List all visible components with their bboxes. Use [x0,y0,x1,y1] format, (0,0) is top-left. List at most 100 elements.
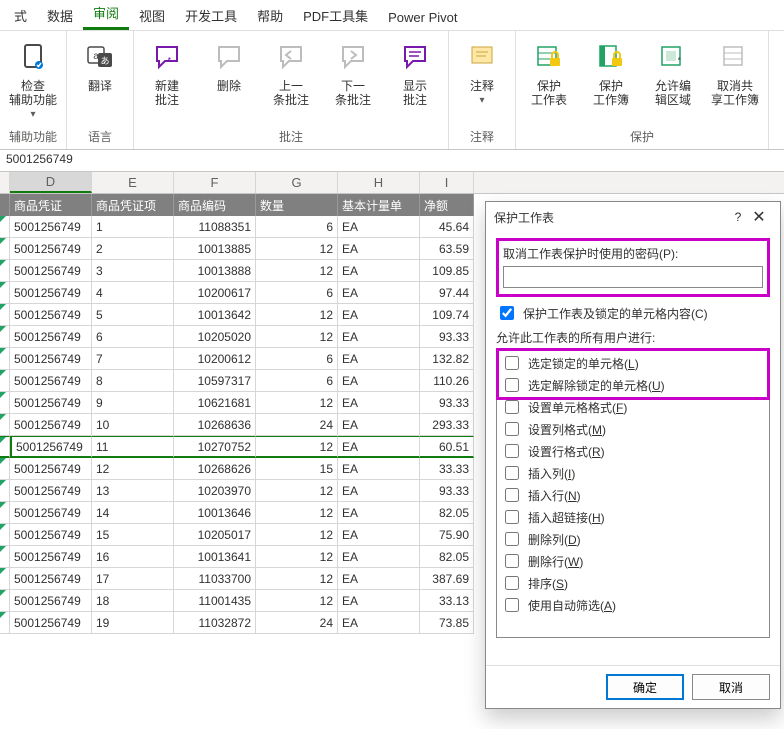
tab-PDF工具集[interactable]: PDF工具集 [293,2,378,30]
cell[interactable]: 6 [256,370,338,392]
prev-comment-button[interactable]: 上一条批注 [264,35,318,107]
show-comments-button[interactable]: 显示批注 [388,35,442,107]
allow-option-checkbox[interactable] [505,444,519,458]
cell[interactable]: 19 [92,612,174,634]
cell[interactable] [0,304,10,326]
column-header-E[interactable]: E [92,172,174,193]
allow-option-d[interactable]: 删除列(D) [501,529,765,549]
protect-contents-checkbox-input[interactable] [500,306,514,320]
cell[interactable]: 12 [256,480,338,502]
cell[interactable]: 4 [92,282,174,304]
cell[interactable]: 6 [256,282,338,304]
cell[interactable]: 15 [256,458,338,480]
cell[interactable]: 11033700 [174,568,256,590]
tab-数据[interactable]: 数据 [37,2,83,30]
cell[interactable]: 5001256749 [10,436,92,458]
cell[interactable] [0,590,10,612]
cell[interactable]: 16 [92,546,174,568]
column-header-I[interactable]: I [420,172,474,193]
allow-option-s[interactable]: 排序(S) [501,573,765,593]
cell[interactable]: 387.69 [420,568,474,590]
cell[interactable]: 10268636 [174,414,256,436]
cell[interactable]: 2 [92,238,174,260]
cell[interactable]: 109.74 [420,304,474,326]
cell[interactable]: 5001256749 [10,216,92,238]
cell[interactable]: 5001256749 [10,502,92,524]
cell[interactable]: 1 [92,216,174,238]
cell[interactable]: 33.13 [420,590,474,612]
allow-option-checkbox[interactable] [505,466,519,480]
cell[interactable]: 5001256749 [10,348,92,370]
cell[interactable]: 12 [256,436,338,458]
cell[interactable]: 5001256749 [10,238,92,260]
next-comment-button[interactable]: 下一条批注 [326,35,380,107]
cell[interactable]: 9 [92,392,174,414]
cell[interactable]: 11088351 [174,216,256,238]
delete-comment-button[interactable]: 删除 [202,35,256,93]
tab-Power Pivot[interactable]: Power Pivot [378,6,467,30]
cell[interactable]: 5001256749 [10,304,92,326]
allow-option-checkbox[interactable] [505,356,519,370]
cell[interactable]: 33.33 [420,458,474,480]
cell[interactable]: EA [338,480,420,502]
cell[interactable]: 15 [92,524,174,546]
cell[interactable] [0,480,10,502]
column-headers[interactable]: DEFGHI [0,172,784,194]
cell[interactable]: 97.44 [420,282,474,304]
translate-button[interactable]: aあ翻译 [73,35,127,93]
cell[interactable] [0,260,10,282]
column-header-G[interactable]: G [256,172,338,193]
cell[interactable] [0,216,10,238]
tab-式[interactable]: 式 [4,2,37,30]
allow-option-checkbox[interactable] [505,532,519,546]
cell[interactable]: 14 [92,502,174,524]
cell[interactable]: 60.51 [420,436,474,458]
cell[interactable]: 5001256749 [10,480,92,502]
dialog-close-button[interactable]: ✕ [746,207,772,227]
cell[interactable]: 93.33 [420,480,474,502]
cell[interactable]: EA [338,348,420,370]
cell[interactable]: 293.33 [420,414,474,436]
cell[interactable]: 10268626 [174,458,256,480]
allow-option-checkbox[interactable] [505,554,519,568]
cell[interactable]: 10203970 [174,480,256,502]
cell[interactable] [0,458,10,480]
cell[interactable]: 12 [92,458,174,480]
cell[interactable] [0,568,10,590]
accessibility-button[interactable]: 检查辅助功能▾ [6,35,60,121]
dialog-help-button[interactable]: ? [730,210,746,224]
cell[interactable]: 17 [92,568,174,590]
allow-edit-ranges-button[interactable]: 允许编辑区域 [646,35,700,107]
cell[interactable] [0,414,10,436]
cell[interactable]: 3 [92,260,174,282]
cell[interactable]: EA [338,612,420,634]
cancel-button[interactable]: 取消 [692,674,770,700]
cell[interactable] [0,436,10,458]
cell[interactable]: 10200617 [174,282,256,304]
cell[interactable]: 12 [256,392,338,414]
allow-option-f[interactable]: 设置单元格格式(F) [501,397,765,417]
cell[interactable]: 5001256749 [10,260,92,282]
allow-option-u[interactable]: 选定解除锁定的单元格(U) [501,375,765,395]
cell[interactable] [0,524,10,546]
cell[interactable]: EA [338,326,420,348]
protect-sheet-button[interactable]: 保护工作表 [522,35,576,107]
allow-option-l[interactable]: 选定锁定的单元格(L) [501,353,765,373]
tab-视图[interactable]: 视图 [129,2,175,30]
allow-option-m[interactable]: 设置列格式(M) [501,419,765,439]
cell[interactable]: 93.33 [420,326,474,348]
cell[interactable]: 5001256749 [10,524,92,546]
cell[interactable]: 12 [256,590,338,612]
allow-option-a[interactable]: 使用自动筛选(A) [501,595,765,615]
cell[interactable]: 5001256749 [10,458,92,480]
cell[interactable]: 45.64 [420,216,474,238]
allow-option-n[interactable]: 插入行(N) [501,485,765,505]
cell[interactable]: 10205017 [174,524,256,546]
protect-contents-checkbox[interactable]: 保护工作表及锁定的单元格内容(C) [496,303,770,323]
cell[interactable]: 93.33 [420,392,474,414]
allow-option-w[interactable]: 删除行(W) [501,551,765,571]
cell[interactable]: 11032872 [174,612,256,634]
ok-button[interactable]: 确定 [606,674,684,700]
column-header-edge[interactable] [0,172,10,193]
allow-option-checkbox[interactable] [505,488,519,502]
